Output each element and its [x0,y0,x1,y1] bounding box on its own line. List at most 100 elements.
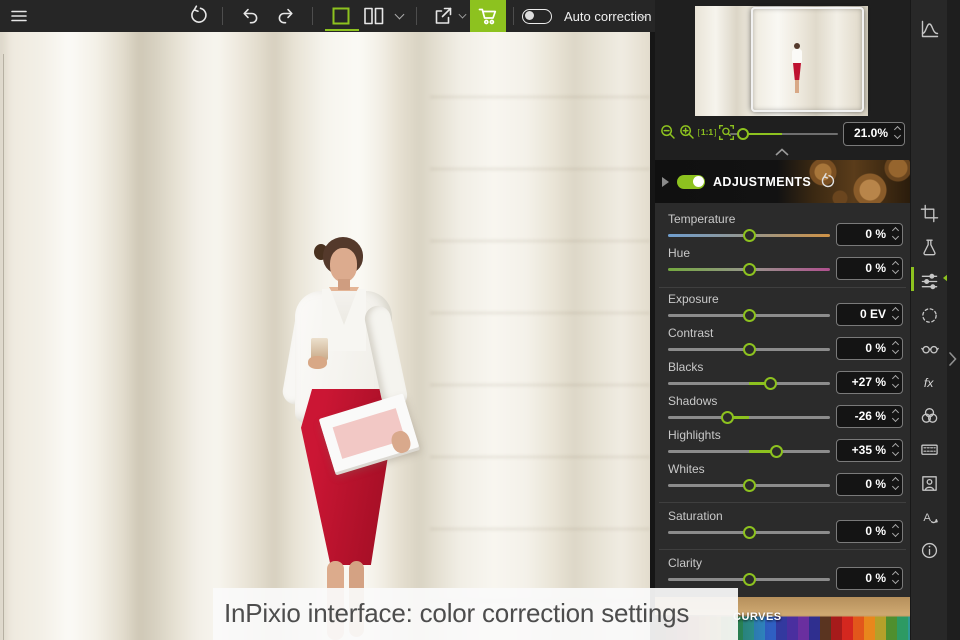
slider-track[interactable] [668,308,830,322]
typography-icon[interactable]: A [911,503,948,529]
value-spinner[interactable] [891,476,900,491]
value-spinner[interactable] [891,570,900,585]
auto-correction-toggle[interactable] [520,0,554,32]
right-edge-strip [947,0,960,640]
info-icon[interactable] [911,537,948,563]
slider-value-box[interactable]: -26 % [836,405,903,428]
slider-handle[interactable] [742,525,756,539]
slider-value-box[interactable]: 0 % [836,257,903,280]
zoom-slider-fill [744,133,782,135]
effects-fx-icon[interactable]: fx [911,369,948,395]
zoom-actual-1-1-icon[interactable]: 1:1 [695,123,719,141]
adjustments-toggle[interactable] [677,174,705,189]
slider-row-shadows: Shadows -26 % [655,394,910,430]
slider-track[interactable] [668,444,830,458]
slider-handle[interactable] [721,410,735,424]
texture-keyboard-icon[interactable] [911,436,948,462]
adjust-sliders-icon[interactable] [911,268,948,294]
selection-circle-icon[interactable] [911,302,948,328]
slider-track[interactable] [668,262,830,276]
slider-handle[interactable] [742,308,756,322]
value-spinner[interactable] [891,408,900,423]
histogram-icon[interactable] [911,16,948,42]
menu-icon[interactable] [6,0,32,32]
slider-handle[interactable] [770,444,784,458]
zoom-in-icon[interactable] [678,123,696,141]
toolbar-separator [222,7,223,25]
slider-label: Exposure [668,292,719,306]
revert-icon[interactable] [184,0,212,32]
navigator-collapse-chevron-up-icon[interactable] [773,146,793,158]
value-spinner[interactable] [891,374,900,389]
crop-icon[interactable] [911,200,948,226]
auto-correction-caret-icon[interactable] [634,0,650,32]
slider-row-hue: Hue 0 % [655,246,910,282]
slider-value-box[interactable]: 0 % [836,223,903,246]
adjustments-reset-icon[interactable] [819,173,836,190]
slider-handle[interactable] [742,572,756,586]
slider-track[interactable] [668,228,830,242]
value-spinner[interactable] [891,306,900,321]
slider-track[interactable] [668,342,830,356]
slider-value-box[interactable]: 0 EV [836,303,903,326]
cart-icon[interactable] [470,0,506,32]
slider-handle[interactable] [742,262,756,276]
view-options-caret-icon[interactable] [390,0,408,32]
navigator-viewport-rect[interactable] [751,7,864,112]
slider-value: +35 % [851,443,886,457]
zoom-fit-icon[interactable] [717,123,735,141]
slider-value: -26 % [854,409,886,423]
zoom-slider-track[interactable] [730,128,838,140]
slider-row-contrast: Contrast 0 % [655,326,910,362]
zoom-spinner[interactable] [893,125,902,140]
canvas-photo[interactable] [0,32,650,640]
view-single-icon[interactable] [326,0,356,32]
value-spinner[interactable] [891,442,900,457]
slider-value: 0 % [865,571,886,585]
flask-icon[interactable] [911,234,948,260]
share-icon[interactable] [428,0,458,32]
slider-handle[interactable] [742,228,756,242]
slider-row-temperature: Temperature 0 % [655,212,910,248]
slider-track[interactable] [668,478,830,492]
slider-value-box[interactable]: 0 % [836,337,903,360]
slider-value: 0 % [865,341,886,355]
zoom-slider-handle[interactable] [737,128,749,140]
slider-label: Whites [668,462,705,476]
panel-expander-chevron-right-icon[interactable] [947,348,960,370]
color-mix-icon[interactable] [911,402,948,428]
figure-neck [338,279,350,290]
glasses-icon[interactable] [911,335,948,361]
zoom-value-box[interactable]: 21.0% [843,122,905,146]
redo-icon[interactable] [272,0,300,32]
slider-track[interactable] [668,572,830,586]
slider-value-box[interactable]: +27 % [836,371,903,394]
slider-label: Hue [668,246,691,260]
active-view-underline [325,29,359,31]
group-separator [659,502,906,503]
slider-value-box[interactable]: 0 % [836,567,903,590]
zoom-out-icon[interactable] [659,123,677,141]
slider-track[interactable] [668,376,830,390]
value-spinner[interactable] [891,226,900,241]
slider-track[interactable] [668,525,830,539]
slider-handle[interactable] [742,342,756,356]
value-spinner[interactable] [891,523,900,538]
adjustments-collapse-triangle-icon[interactable] [662,176,669,187]
figure-face [330,248,357,282]
slider-handle[interactable] [742,478,756,492]
view-split-icon[interactable] [358,0,390,32]
portrait-frame-icon[interactable] [911,470,948,496]
slider-value-box[interactable]: 0 % [836,520,903,543]
svg-text:fx: fx [923,375,933,389]
slider-value-box[interactable]: 0 % [836,473,903,496]
slider-track[interactable] [668,410,830,424]
value-spinner[interactable] [891,340,900,355]
value-spinner[interactable] [891,260,900,275]
toolbar-separator [513,7,514,25]
undo-icon[interactable] [236,0,264,32]
slider-value-box[interactable]: +35 % [836,439,903,462]
share-caret-icon[interactable] [456,0,468,32]
slider-handle[interactable] [763,376,777,390]
group-separator [659,287,906,288]
